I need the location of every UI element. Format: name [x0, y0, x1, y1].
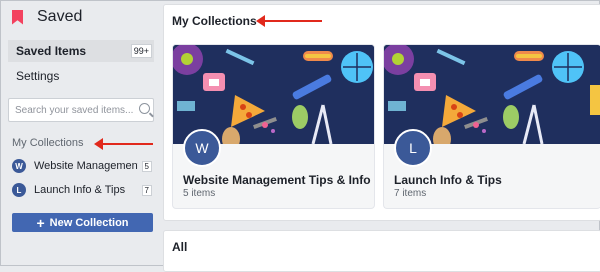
- avatar: L: [394, 129, 432, 167]
- collection-name: Launch Info & Tips: [34, 184, 126, 196]
- search-icon[interactable]: [139, 103, 150, 114]
- page-title: My Collections: [172, 14, 257, 28]
- item-count: 7 items: [394, 188, 427, 199]
- search-box: [8, 98, 154, 122]
- search-input[interactable]: [9, 103, 135, 117]
- sidebar-collection-item[interactable]: L Launch Info & Tips 7: [12, 181, 152, 199]
- new-collection-label: New Collection: [49, 216, 129, 229]
- avatar: W: [183, 129, 221, 167]
- avatar: W: [12, 159, 26, 173]
- item-count: 5 items: [183, 188, 216, 199]
- annotation-arrow: [94, 138, 153, 150]
- sidebar-header: Saved: [12, 8, 82, 26]
- collection-title[interactable]: Website Management Tips & Info: [183, 173, 371, 187]
- nav-item-settings[interactable]: Settings: [8, 65, 154, 87]
- count-badge: 99+: [130, 44, 152, 58]
- collection-name: Website Management Tips & Info: [34, 160, 138, 172]
- annotation-arrow: [256, 15, 322, 27]
- sidebar-collection-item[interactable]: W Website Management Tips & Info 5: [12, 157, 152, 175]
- sidebar: Saved Saved Items 99+ Settings My Collec…: [0, 0, 160, 266]
- collections-heading: My Collections: [12, 137, 84, 149]
- collection-card[interactable]: L Launch Info & Tips 7 items: [383, 44, 600, 209]
- nav-item-saved-items[interactable]: Saved Items 99+: [8, 40, 154, 62]
- nav-item-label: Settings: [16, 69, 60, 83]
- collection-count: 5: [141, 160, 152, 172]
- nav-item-label: Saved Items: [16, 44, 87, 58]
- bookmark-icon: [12, 9, 23, 25]
- collection-title[interactable]: Launch Info & Tips: [394, 173, 502, 187]
- sidebar-title: Saved: [37, 8, 83, 25]
- collection-count: 7: [141, 184, 152, 196]
- plus-icon: +: [36, 214, 45, 231]
- all-section-title: All: [172, 240, 188, 254]
- avatar: L: [12, 183, 26, 197]
- new-collection-button[interactable]: + New Collection: [12, 213, 153, 232]
- collection-card[interactable]: W Website Management Tips & Info 5 items: [172, 44, 375, 209]
